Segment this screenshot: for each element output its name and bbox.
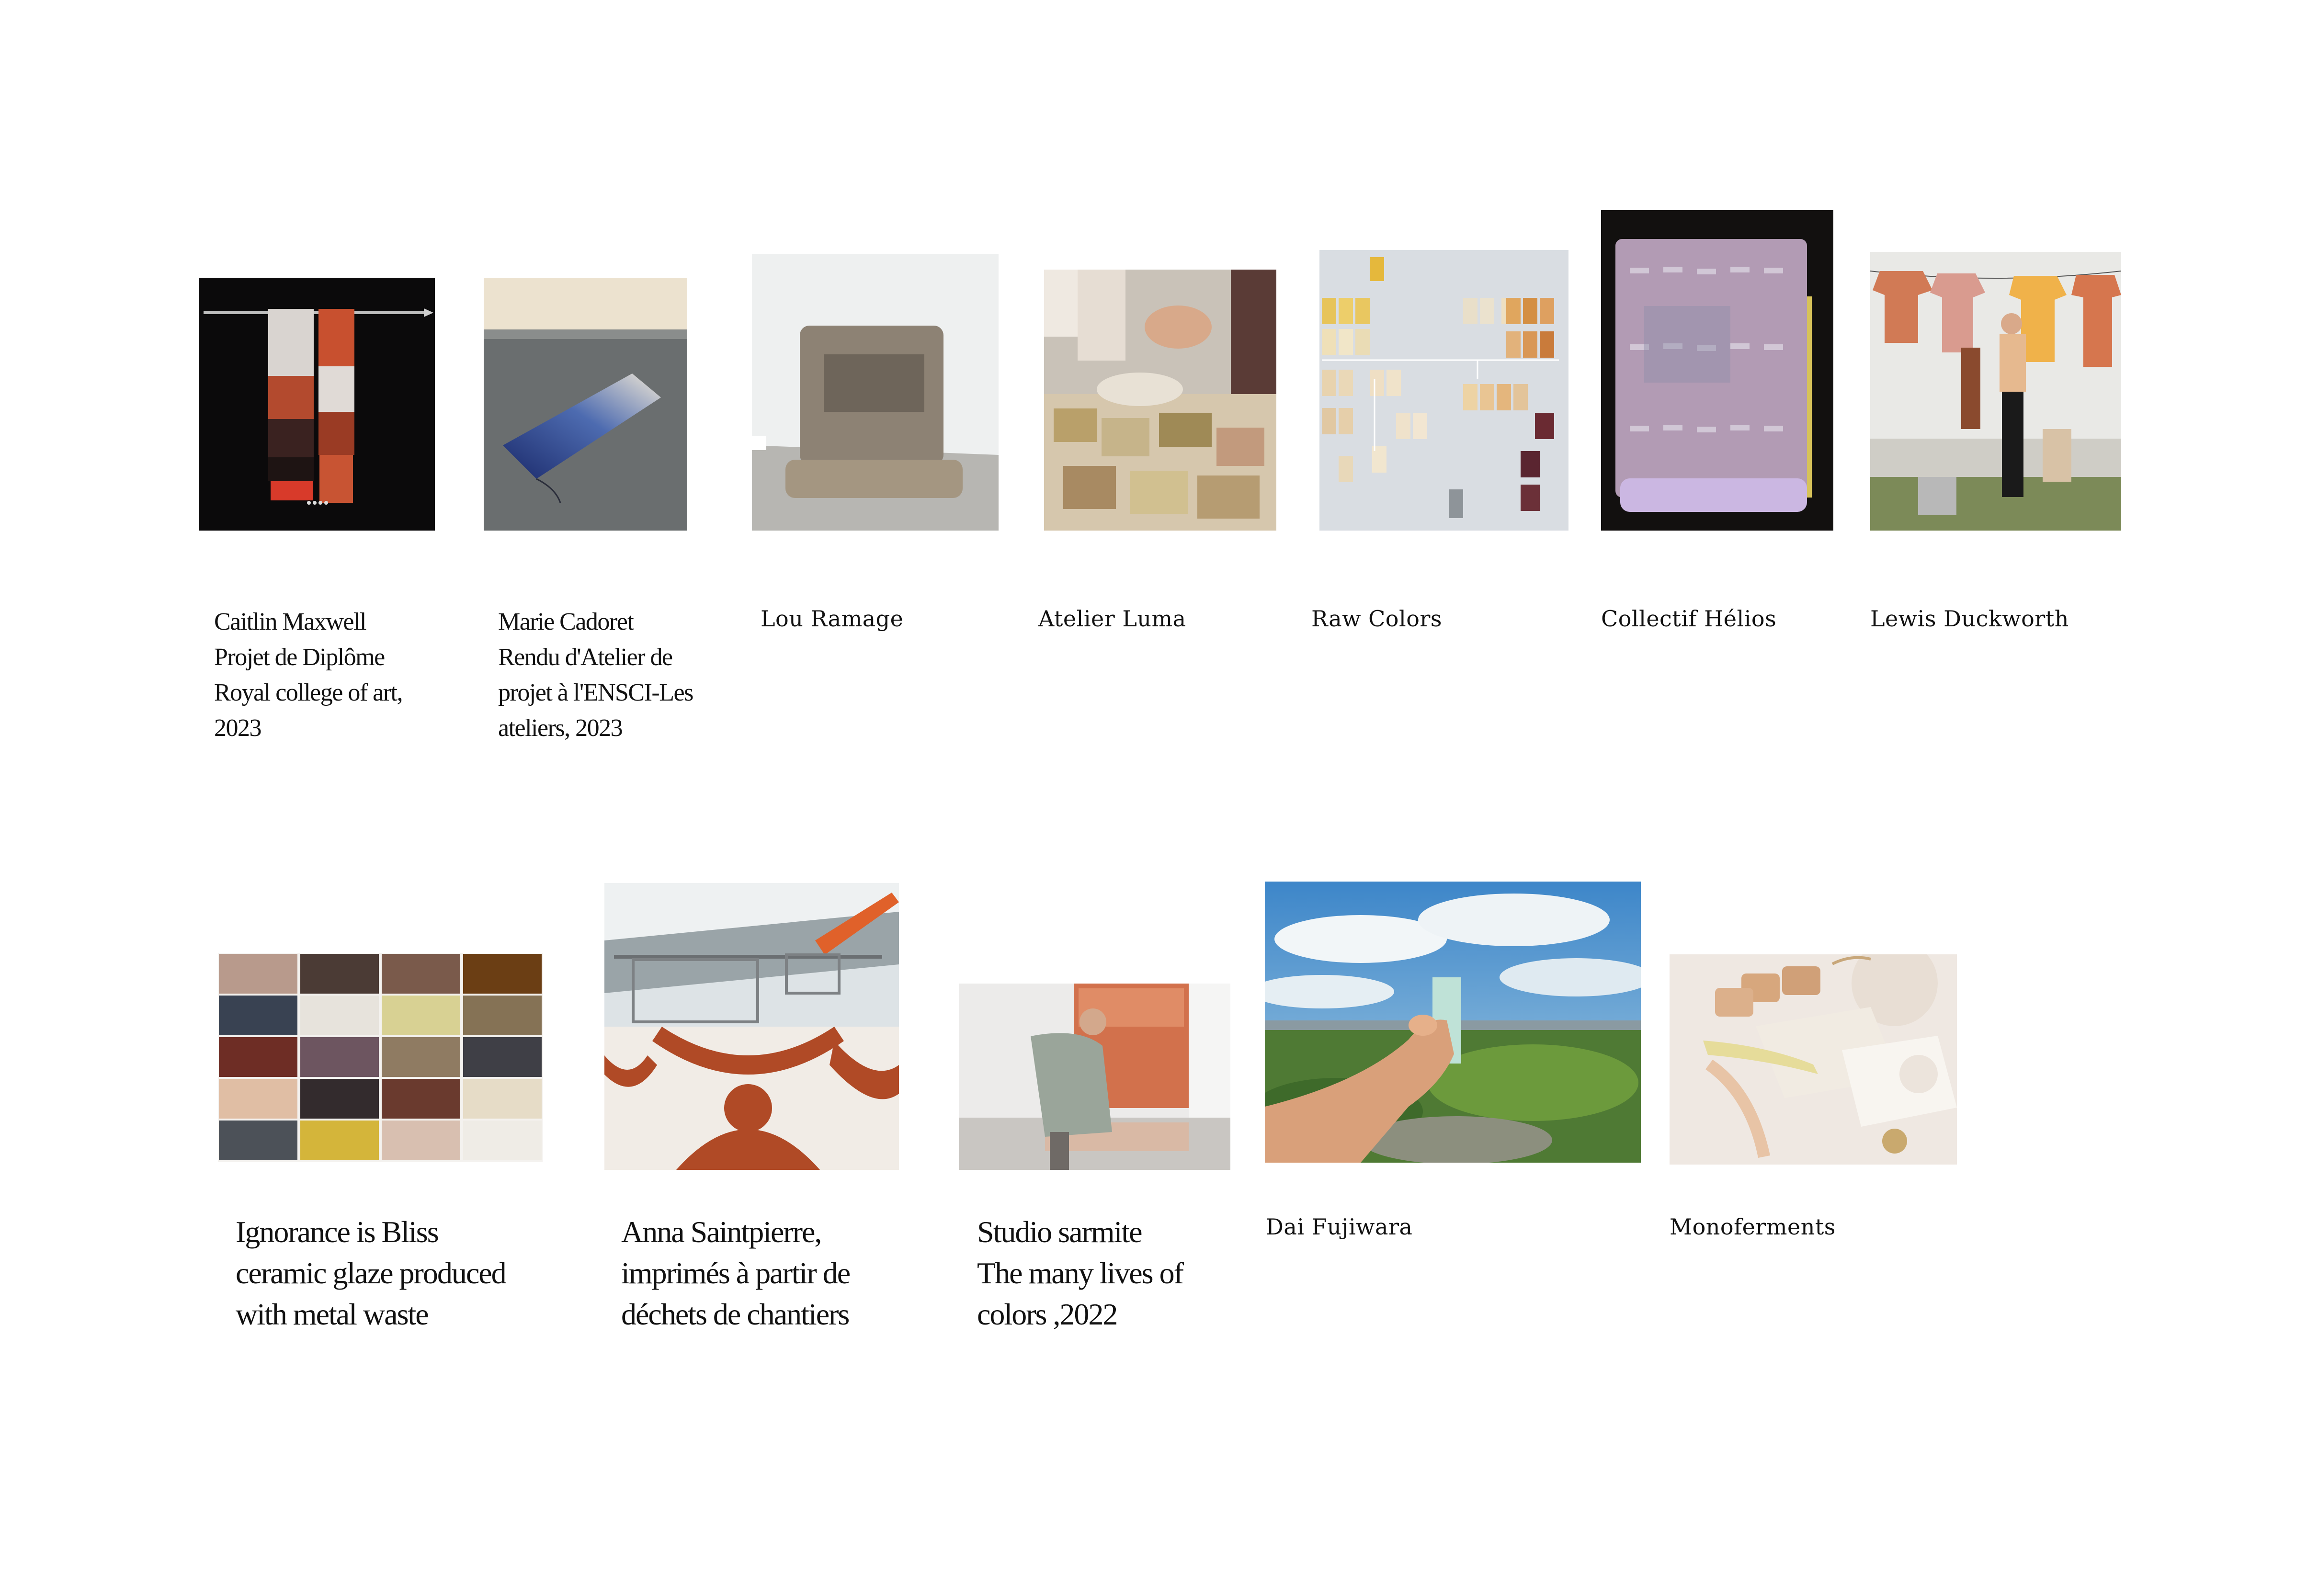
image-lou-ramage-rug[interactable] xyxy=(752,254,999,531)
image-anna-saintpierre-facade[interactable] xyxy=(604,883,899,1170)
caption-marie-cadoret: Marie Cadoret Rendu d'Atelier de projet … xyxy=(498,608,693,742)
caption-collectif-helios: Collectif Hélios xyxy=(1601,606,1777,632)
caption-dai-fujiwara: Dai Fujiwara xyxy=(1266,1214,1413,1240)
caption-caitlin-maxwell: Caitlin Maxwell Projet de Diplôme Royal … xyxy=(214,608,403,742)
image-lewis-duckworth-dyeing[interactable] xyxy=(1870,252,2121,531)
caption-ignorance-is-bliss: Ignorance is Bliss ceramic glaze produce… xyxy=(236,1215,507,1331)
image-ignorance-is-bliss-tiles[interactable] xyxy=(218,953,543,1162)
caption-raw-colors: Raw Colors xyxy=(1311,606,1443,632)
image-monoferments-materials[interactable] xyxy=(1670,954,1957,1165)
image-studio-sarmite-exhibit[interactable] xyxy=(959,984,1230,1170)
image-raw-colors-swatches[interactable] xyxy=(1319,250,1568,531)
caption-atelier-luma: Atelier Luma xyxy=(1038,606,1186,632)
image-caitlin-maxwell-weaving[interactable] xyxy=(199,278,435,531)
caption-studio-sarmite: Studio sarmite The many lives of colors … xyxy=(977,1215,1184,1331)
image-atelier-luma-samples[interactable] xyxy=(1044,270,1276,531)
caption-monoferments: Monoferments xyxy=(1670,1214,1836,1240)
caption-anna-saintpierre: Anna Saintpierre, imprimés à partir de d… xyxy=(621,1215,851,1331)
image-dai-fujiwara-landscape[interactable] xyxy=(1265,882,1641,1163)
caption-lewis-duckworth: Lewis Duckworth xyxy=(1870,606,2069,632)
image-marie-cadoret-textile[interactable] xyxy=(484,278,687,531)
caption-lou-ramage: Lou Ramage xyxy=(761,606,904,632)
image-collectif-helios-fabric[interactable] xyxy=(1601,210,1833,531)
